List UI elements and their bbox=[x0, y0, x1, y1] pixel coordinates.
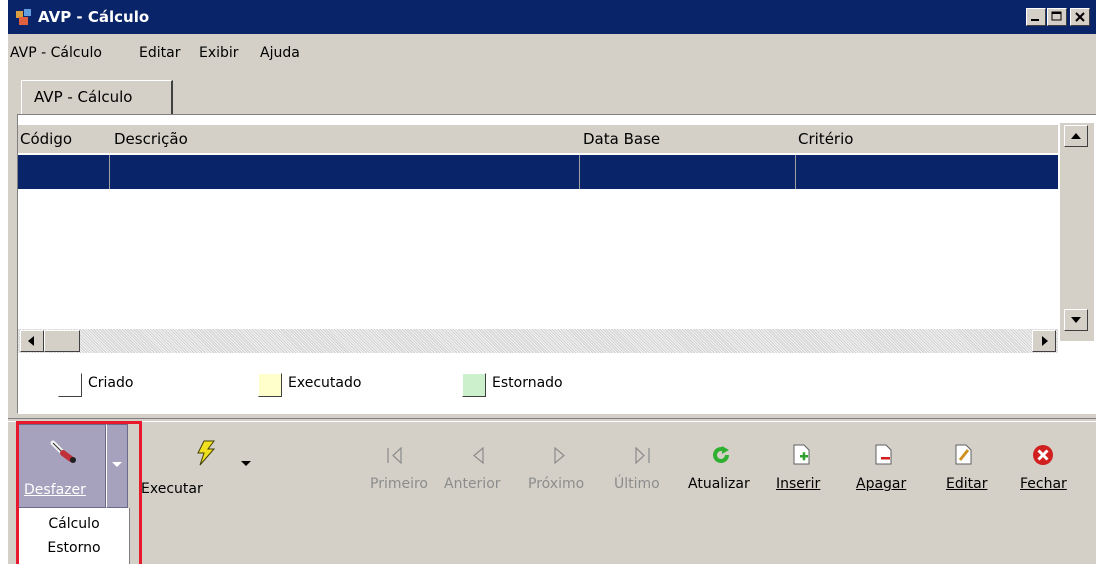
last-record-icon bbox=[635, 446, 650, 465]
lightning-icon bbox=[197, 440, 216, 466]
primeiro-button[interactable]: Primeiro bbox=[370, 476, 428, 492]
proximo-button[interactable]: Próximo bbox=[528, 476, 584, 492]
scroll-down-button[interactable] bbox=[1064, 309, 1088, 331]
legend-label-estornado: Estornado bbox=[492, 375, 563, 391]
tab-avp-calculo[interactable]: AVP - Cálculo bbox=[21, 80, 173, 114]
legend-label-executado: Executado bbox=[288, 375, 362, 391]
editar-button[interactable]: Editar bbox=[946, 476, 987, 492]
executar-button[interactable]: Executar bbox=[141, 481, 203, 497]
column-divider bbox=[795, 155, 796, 189]
first-record-icon bbox=[387, 446, 402, 465]
vertical-scrollbar[interactable] bbox=[1060, 123, 1094, 341]
window-title: AVP - Cálculo bbox=[38, 8, 150, 26]
atualizar-button[interactable]: Atualizar bbox=[688, 476, 750, 492]
column-header-data-base[interactable]: Data Base bbox=[583, 130, 660, 148]
column-header-codigo[interactable]: Código bbox=[20, 130, 72, 148]
column-header-criterio[interactable]: Critério bbox=[798, 130, 853, 148]
legend-label-criado: Criado bbox=[88, 375, 134, 391]
menu-editar[interactable]: Editar bbox=[139, 45, 180, 61]
minimize-button[interactable] bbox=[1026, 8, 1046, 26]
fechar-button[interactable]: Fechar bbox=[1020, 476, 1067, 492]
status-legend: Criado Executado Estornado bbox=[18, 359, 1088, 405]
maximize-icon bbox=[1051, 11, 1062, 21]
scroll-thumb[interactable] bbox=[44, 330, 80, 352]
anterior-button[interactable]: Anterior bbox=[444, 476, 501, 492]
scroll-left-button[interactable] bbox=[20, 330, 44, 352]
delete-document-icon bbox=[875, 444, 892, 465]
menu-ajuda[interactable]: Ajuda bbox=[260, 45, 300, 61]
inserir-button[interactable]: Inserir bbox=[776, 476, 820, 492]
close-icon bbox=[1075, 12, 1085, 22]
maximize-button[interactable] bbox=[1047, 8, 1067, 26]
legend-swatch-estornado bbox=[462, 373, 486, 397]
arrow-right-icon bbox=[1042, 336, 1048, 346]
column-header-descricao[interactable]: Descrição bbox=[114, 130, 188, 148]
app-window: AVP - Cálculo AVP - Cálculo Editar Exibi… bbox=[8, 0, 1096, 564]
title-bar[interactable]: AVP - Cálculo bbox=[8, 0, 1096, 34]
refresh-icon bbox=[713, 446, 729, 463]
insert-document-icon bbox=[793, 444, 810, 465]
menu-avp-calculo[interactable]: AVP - Cálculo bbox=[10, 45, 102, 61]
legend-swatch-executado bbox=[258, 373, 282, 397]
menu-bar: AVP - Cálculo Editar Exibir Ajuda bbox=[8, 34, 1096, 72]
column-divider bbox=[109, 155, 110, 189]
next-record-icon bbox=[554, 446, 565, 465]
legend-swatch-criado bbox=[58, 373, 82, 397]
toolbar-separator bbox=[8, 418, 1096, 422]
close-circle-icon bbox=[1033, 445, 1053, 465]
table-row[interactable] bbox=[18, 155, 1058, 189]
scroll-right-button[interactable] bbox=[1032, 330, 1056, 352]
executar-dropdown-icon[interactable] bbox=[240, 460, 252, 468]
close-button[interactable] bbox=[1070, 8, 1090, 26]
scroll-up-button[interactable] bbox=[1064, 125, 1088, 147]
column-divider bbox=[579, 155, 580, 189]
previous-record-icon bbox=[473, 446, 484, 465]
app-icon bbox=[16, 9, 31, 25]
grid-panel: Código Descrição Data Base Critério Cria… bbox=[17, 114, 1096, 414]
minimize-icon bbox=[1031, 19, 1039, 21]
menu-exibir[interactable]: Exibir bbox=[199, 45, 239, 61]
grid-header: Código Descrição Data Base Critério bbox=[18, 125, 1058, 153]
arrow-down-icon bbox=[1071, 317, 1081, 323]
arrow-left-icon bbox=[28, 336, 34, 346]
horizontal-scrollbar[interactable] bbox=[18, 329, 1058, 353]
highlight-annotation bbox=[16, 421, 142, 564]
apagar-button[interactable]: Apagar bbox=[856, 476, 906, 492]
arrow-up-icon bbox=[1071, 133, 1081, 139]
edit-document-icon bbox=[955, 444, 972, 465]
ultimo-button[interactable]: Último bbox=[614, 476, 660, 492]
tab-label: AVP - Cálculo bbox=[34, 88, 133, 106]
